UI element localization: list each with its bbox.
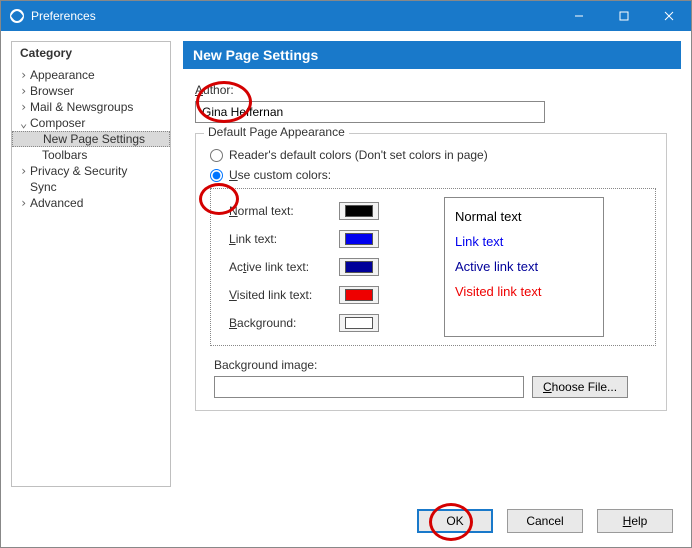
cancel-button[interactable]: Cancel [507, 509, 583, 533]
sidebar-item-label: Privacy & Security [30, 164, 127, 178]
chevron-down-icon: ⌄ [20, 116, 30, 130]
dialog-button-row: OK Cancel Help [417, 509, 673, 533]
color-preview-box: Normal text Link text Active link text V… [444, 197, 604, 337]
sidebar-item-browser[interactable]: ›Browser [12, 83, 170, 99]
sidebar-item-mail-newsgroups[interactable]: ›Mail & Newsgroups [12, 99, 170, 115]
maximize-button[interactable] [601, 1, 646, 31]
titlebar: Preferences [1, 1, 691, 31]
background-image-input[interactable] [214, 376, 524, 398]
sidebar-item-privacy-security[interactable]: ›Privacy & Security [12, 163, 170, 179]
preview-active-link-text: Active link text [455, 254, 593, 279]
close-button[interactable] [646, 1, 691, 31]
window-controls [556, 1, 691, 31]
color-swatch-inner [345, 205, 373, 217]
background-image-label: Background image: [214, 358, 656, 372]
sidebar-header: Category [12, 42, 170, 65]
color-swatch-inner [345, 261, 373, 273]
radio-label: Reader's default colors (Don't set color… [229, 148, 488, 162]
minimize-button[interactable] [556, 1, 601, 31]
default-page-appearance-fieldset: Default Page Appearance Reader's default… [195, 133, 667, 411]
author-label: Author: [195, 83, 667, 97]
panel-title: New Page Settings [183, 41, 681, 69]
category-sidebar: Category ›Appearance ›Browser ›Mail & Ne… [11, 41, 171, 487]
preview-link-text: Link text [455, 229, 593, 254]
chevron-right-icon: › [20, 196, 30, 210]
author-input[interactable] [195, 101, 545, 123]
chevron-right-icon: › [20, 100, 30, 114]
ok-button[interactable]: OK [417, 509, 493, 533]
custom-colors-group: Normal text: Link text: Active link text… [210, 188, 656, 346]
color-swatch-inner [345, 317, 373, 329]
radio-reader-default[interactable]: Reader's default colors (Don't set color… [210, 148, 656, 162]
sidebar-item-label: Browser [30, 84, 74, 98]
sidebar-item-new-page-settings[interactable]: New Page Settings [12, 131, 170, 147]
main-panel: New Page Settings Author: Default Page A… [183, 41, 681, 487]
link-text-label: Link text: [219, 232, 339, 246]
sidebar-item-label: Mail & Newsgroups [30, 100, 133, 114]
sidebar-item-advanced[interactable]: ›Advanced [12, 195, 170, 211]
app-icon [9, 8, 25, 24]
sidebar-item-label: New Page Settings [43, 132, 145, 146]
sidebar-item-label: Composer [30, 116, 85, 130]
radio-use-custom-colors[interactable]: Use custom colors: [210, 168, 656, 182]
sidebar-item-sync[interactable]: ›Sync [12, 179, 170, 195]
radio-reader-default-input[interactable] [210, 149, 223, 162]
preview-visited-link-text: Visited link text [455, 279, 593, 304]
sidebar-item-label: Advanced [30, 196, 83, 210]
color-swatch-inner [345, 233, 373, 245]
preview-normal-text: Normal text [455, 204, 593, 229]
chevron-right-icon: › [20, 84, 30, 98]
sidebar-item-appearance[interactable]: ›Appearance [12, 67, 170, 83]
sidebar-item-label: Toolbars [42, 148, 87, 162]
visited-link-text-color-button[interactable] [339, 286, 379, 304]
window-title: Preferences [31, 9, 96, 23]
radio-label: Use custom colors: [229, 168, 331, 182]
sidebar-item-composer[interactable]: ⌄Composer [12, 115, 170, 131]
visited-link-text-label: Visited link text: [219, 288, 339, 302]
radio-use-custom-colors-input[interactable] [210, 169, 223, 182]
choose-file-button[interactable]: Choose File... [532, 376, 628, 398]
help-button[interactable]: Help [597, 509, 673, 533]
fieldset-legend: Default Page Appearance [204, 125, 349, 139]
color-swatch-inner [345, 289, 373, 301]
chevron-right-icon: › [20, 164, 30, 178]
active-link-text-color-button[interactable] [339, 258, 379, 276]
category-tree: ›Appearance ›Browser ›Mail & Newsgroups … [12, 65, 170, 486]
sidebar-item-label: Appearance [30, 68, 95, 82]
sidebar-item-toolbars[interactable]: Toolbars [12, 147, 170, 163]
active-link-text-label: Active link text: [219, 260, 339, 274]
chevron-right-icon: › [20, 68, 30, 82]
background-label: Background: [219, 316, 339, 330]
link-text-color-button[interactable] [339, 230, 379, 248]
background-color-button[interactable] [339, 314, 379, 332]
sidebar-item-label: Sync [30, 180, 57, 194]
normal-text-label: Normal text: [219, 204, 339, 218]
normal-text-color-button[interactable] [339, 202, 379, 220]
